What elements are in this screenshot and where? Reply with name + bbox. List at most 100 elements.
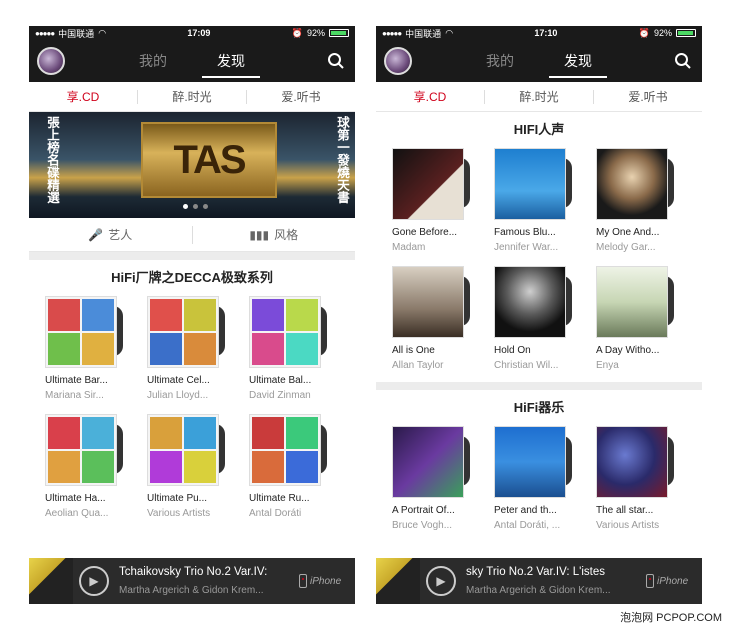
album-card[interactable]: Ultimate Cel... Julian Lloyd... [141,296,243,402]
album-artist: Christian Wil... [494,360,559,371]
search-icon[interactable] [327,52,345,70]
now-playing-bar[interactable]: ▶ sky Trio No.2 Var.IV: L'istes Martha A… [376,558,702,604]
album-cover [45,296,117,368]
battery-text: 92% [653,28,672,38]
album-cover [147,414,219,486]
album-artist: David Zinman [249,390,311,401]
album-cover [45,414,117,486]
album-title: Peter and th... [494,505,557,516]
tab-discover[interactable]: 发现 [539,40,617,82]
battery-text: 92% [306,28,325,38]
album-card[interactable]: Ultimate Ru... Antal Doráti [243,414,345,520]
bars-icon: ▮▮▮ [249,227,270,242]
battery-icon [329,29,349,37]
album-cover [392,266,464,338]
album-card[interactable]: My One And... Melody Gar... [590,148,692,254]
banner-logo: TAS [141,122,277,198]
phone-icon [646,574,654,588]
album-artist: Madam [392,242,426,253]
album-title: Ultimate Ru... [249,493,310,504]
album-cover [494,426,566,498]
album-card[interactable]: Ultimate Ha... Aeolian Qua... [39,414,141,520]
status-time: 17:10 [534,28,558,38]
album-title: Ultimate Ha... [45,493,106,504]
album-card[interactable]: Famous Blu... Jennifer War... [488,148,590,254]
album-card[interactable]: Peter and th... Antal Doráti, ... [488,426,590,532]
subtab-audiobook[interactable]: 爱.听书 [594,90,702,104]
album-card[interactable]: Ultimate Pu... Various Artists [141,414,243,520]
filter-style[interactable]: ▮▮▮ 风格 [193,226,356,244]
tab-discover[interactable]: 发现 [192,40,270,82]
status-bar: ●●●●● 中国联通 ◠ 17:10 ⏰ 92% [376,26,702,40]
album-title: All is One [392,345,435,356]
album-grid: Ultimate Bar... Mariana Sir... Ultimate … [29,296,355,520]
album-card[interactable]: Gone Before... Madam [386,148,488,254]
output-device[interactable]: iPhone [299,574,355,588]
album-card[interactable]: A Portrait Of... Bruce Vogh... [386,426,488,532]
album-artist: Melody Gar... [596,242,656,253]
album-grid: Gone Before... Madam Famous Blu... Jenni… [376,148,702,372]
battery-icon [676,29,696,37]
album-card[interactable]: A Day Witho... Enya [590,266,692,372]
album-artist: Jennifer War... [494,242,559,253]
subtab-cd[interactable]: 享.CD [29,89,138,104]
subtab-cd[interactable]: 享.CD [376,89,485,104]
tab-mine[interactable]: 我的 [461,40,539,82]
play-button[interactable]: ▶ [426,566,456,596]
album-cover [249,296,321,368]
album-card[interactable]: The all star... Various Artists [590,426,692,532]
album-cover [392,148,464,220]
category-tabs: 享.CD 醉.时光 爱.听书 [29,82,355,112]
banner-text-right: 球第一發燒天書 [335,116,349,204]
now-playing-artist: Martha Argerich & Gidon Krem... [466,584,611,596]
wifi-icon: ◠ [98,27,107,38]
status-bar: ●●●●● 中国联通 ◠ 17:09 ⏰ 92% [29,26,355,40]
album-card[interactable]: All is One Allan Taylor [386,266,488,372]
filter-artist[interactable]: 🎤 艺人 [29,225,193,244]
filter-style-label: 风格 [274,228,299,242]
tab-mine[interactable]: 我的 [114,40,192,82]
album-artist: Allan Taylor [392,360,444,371]
carousel-dots [183,204,208,209]
album-title: Ultimate Cel... [147,375,210,386]
album-card[interactable]: Ultimate Bar... Mariana Sir... [39,296,141,402]
device-label: iPhone [657,575,689,587]
subtab-audiobook[interactable]: 爱.听书 [247,90,355,104]
output-device[interactable]: iPhone [646,574,702,588]
album-artist: Various Artists [596,520,660,531]
subtab-time[interactable]: 醉.时光 [138,89,247,104]
search-icon[interactable] [674,52,692,70]
album-cover [494,148,566,220]
promo-banner[interactable]: 張上榜名碟精選 TAS 球第一發燒天書 [29,112,355,218]
album-title: My One And... [596,227,660,238]
watermark: 泡泡网 PCPOP.COM [620,612,722,624]
signal-icon: ●●●●● [35,28,55,38]
album-card[interactable]: Ultimate Bal... David Zinman [243,296,345,402]
album-title: A Day Witho... [596,345,660,356]
album-artist: Antal Doráti, ... [494,520,561,531]
alarm-icon: ⏰ [291,27,303,38]
signal-icon: ●●●●● [382,28,402,38]
right-screen: ●●●●● 中国联通 ◠ 17:10 ⏰ 92% 我的 发现 享.CD 醉.时光 爱.… [376,26,702,604]
category-tabs: 享.CD 醉.时光 爱.听书 [376,82,702,112]
album-artist: Aeolian Qua... [45,508,109,519]
play-button[interactable]: ▶ [79,566,109,596]
album-cover [147,296,219,368]
album-title: Ultimate Bal... [249,375,312,386]
status-time: 17:09 [187,28,211,38]
now-playing-cover [376,558,420,604]
section-title: HiFi厂牌之DECCA极致系列 [111,270,273,285]
album-title: Ultimate Bar... [45,375,108,386]
phone-icon [299,574,307,588]
subtab-time[interactable]: 醉.时光 [485,89,594,104]
carrier: 中国联通 [405,28,442,39]
now-playing-title: sky Trio No.2 Var.IV: L'istes [466,565,605,578]
now-playing-cover [29,558,73,604]
now-playing-title: Tchaikovsky Trio No.2 Var.IV: [119,565,268,578]
album-artist: Julian Lloyd... [147,390,209,401]
album-artist: Enya [596,360,619,371]
album-artist: Bruce Vogh... [392,520,453,531]
now-playing-bar[interactable]: ▶ Tchaikovsky Trio No.2 Var.IV: Martha A… [29,558,355,604]
album-card[interactable]: Hold On Christian Wil... [488,266,590,372]
album-title: Gone Before... [392,227,458,238]
